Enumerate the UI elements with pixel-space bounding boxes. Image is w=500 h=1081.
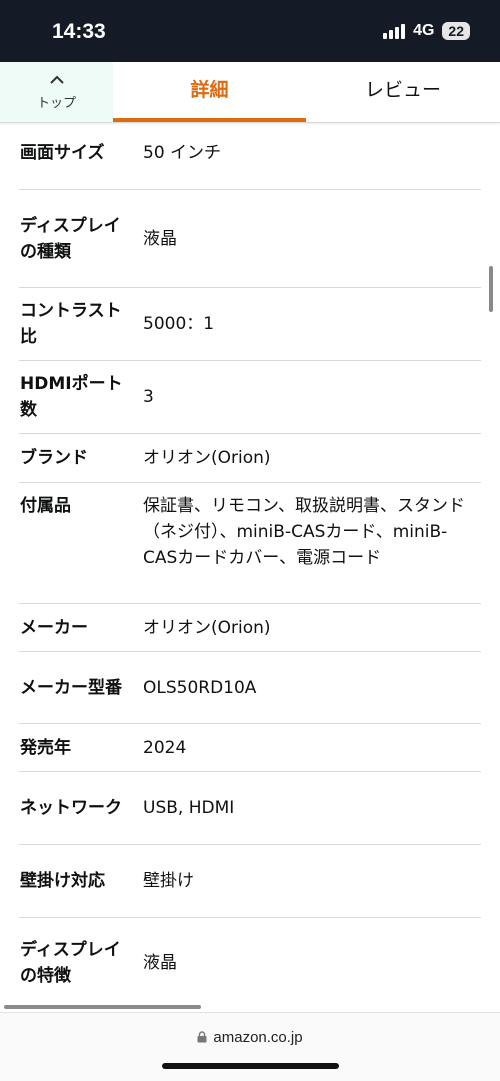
spec-value: OLS50RD10A [143, 677, 257, 698]
spec-value: 5000：1 [143, 314, 215, 334]
spec-value: 液晶 [143, 228, 177, 249]
spec-value: オリオン(Orion) [143, 617, 271, 638]
horizontal-scrollbar[interactable] [4, 1005, 201, 1009]
spec-row: メーカー オリオン(Orion) [19, 604, 481, 652]
spec-row: ブランド オリオン(Orion) [19, 434, 481, 483]
spec-row: メーカー型番 OLS50RD10A [19, 652, 481, 724]
tab-review-label: レビュー [364, 79, 441, 101]
spec-key: HDMIポート数 [20, 374, 123, 420]
status-bar: 14:33 4G 22 [0, 0, 500, 62]
spec-value: 壁掛け [143, 871, 194, 891]
spec-row: 付属品 保証書、リモコン、取扱説明書、スタンド（ネジ付）、miniB-CASカー… [19, 483, 481, 604]
spec-row: ディスプレイの特徴 液晶 [19, 918, 481, 1008]
spec-value: 液晶 [143, 953, 177, 973]
spec-value: 3 [143, 387, 154, 407]
spec-key: 発売年 [20, 737, 71, 758]
tab-detail[interactable]: 詳細 [113, 62, 306, 122]
spec-value: USB, HDMI [143, 798, 235, 818]
tab-detail-label: 詳細 [190, 79, 229, 101]
spec-key: ブランド [20, 448, 88, 468]
spec-value: 保証書、リモコン、取扱説明書、スタンド（ネジ付）、miniB-CASカード、mi… [143, 496, 465, 568]
spec-key: ディスプレイの種類 [20, 215, 121, 262]
spec-key: メーカー型番 [20, 677, 122, 698]
tab-top[interactable]: トップ [0, 62, 113, 122]
battery-icon: 22 [442, 22, 470, 40]
lock-icon [197, 1031, 207, 1043]
status-time: 14:33 [52, 20, 106, 43]
vertical-scrollbar[interactable] [489, 266, 493, 312]
status-indicators: 4G 22 [383, 22, 470, 40]
spec-key: コントラスト比 [20, 301, 122, 347]
spec-row: 発売年 2024 [19, 724, 481, 772]
spec-row: コントラスト比 5000：1 [19, 288, 481, 361]
spec-value: オリオン(Orion) [143, 448, 271, 468]
address-text: amazon.co.jp [213, 1029, 303, 1046]
spec-value: 50 インチ [143, 142, 222, 163]
spec-table: 画面サイズ 50 インチ ディスプレイの種類 液晶 コントラスト比 5000：1… [0, 122, 500, 1008]
cellular-signal-icon [383, 23, 406, 39]
spec-key: 壁掛け対応 [20, 871, 105, 891]
spec-key: メーカー [20, 617, 88, 638]
chevron-up-icon [50, 75, 64, 84]
spec-row: ディスプレイの種類 液晶 [19, 190, 481, 288]
spec-row: HDMIポート数 3 [19, 361, 481, 434]
spec-key: ネットワーク [20, 798, 122, 818]
spec-row: ネットワーク USB, HDMI [19, 772, 481, 845]
spec-key: 付属品 [20, 496, 71, 516]
spec-row: 壁掛け対応 壁掛け [19, 845, 481, 918]
tab-top-label: トップ [36, 96, 76, 111]
spec-key: ディスプレイの特徴 [20, 940, 121, 986]
network-type: 4G [413, 22, 435, 39]
spec-key: 画面サイズ [20, 142, 105, 163]
spec-value: 2024 [143, 737, 187, 758]
spec-row: 画面サイズ 50 インチ [19, 116, 481, 190]
tab-review[interactable]: レビュー [306, 62, 500, 122]
detail-tab-bar: トップ 詳細 レビュー [0, 62, 500, 123]
browser-address-bar[interactable]: amazon.co.jp [0, 1012, 500, 1081]
home-indicator[interactable] [162, 1063, 339, 1069]
address-display[interactable]: amazon.co.jp [0, 1029, 500, 1046]
